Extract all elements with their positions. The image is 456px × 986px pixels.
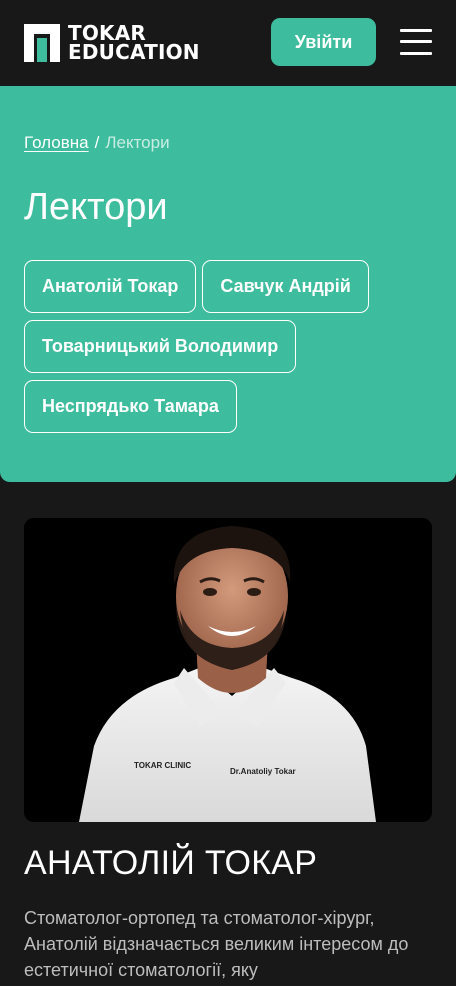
breadcrumb-home-link[interactable]: Головна: [24, 133, 89, 153]
site-header: TOKAR EDUCATION Увійти: [0, 0, 456, 86]
shirt-print-right: Dr.Anatoliy Tokar: [230, 767, 296, 776]
lecturer-photo: TOKAR CLINIC Dr.Anatoliy Tokar: [24, 518, 432, 822]
lecturer-filter-list: Анатолій Токар Савчук Андрій Товарницьки…: [24, 260, 436, 433]
logo-mark-icon: [24, 24, 60, 62]
lecturer-name: АНАТОЛІЙ ТОКАР: [24, 844, 318, 882]
breadcrumb-current: Лектори: [105, 133, 170, 152]
breadcrumb-separator: /: [94, 133, 100, 152]
logo-text: TOKAR EDUCATION: [68, 23, 200, 64]
lecturer-chip[interactable]: Савчук Андрій: [202, 260, 369, 313]
breadcrumb: Головна / Лектори: [24, 133, 170, 153]
lecturer-chip[interactable]: Анатолій Токар: [24, 260, 197, 313]
shirt-print-left: TOKAR CLINIC: [134, 761, 191, 770]
hero-section: Головна / Лектори Лектори Анатолій Токар…: [0, 86, 456, 482]
page-title: Лектори: [24, 186, 168, 228]
burger-menu-icon[interactable]: [400, 27, 432, 57]
logo[interactable]: TOKAR EDUCATION: [24, 22, 214, 64]
login-button[interactable]: Увійти: [271, 18, 376, 66]
lecturer-chip[interactable]: Товарницький Володимир: [24, 320, 297, 373]
lecturer-description: Стоматолог-ортопед та стоматолог-хірург,…: [24, 908, 409, 980]
logo-line-2: EDUCATION: [68, 40, 200, 64]
lecturer-chip[interactable]: Неспрядько Тамара: [24, 380, 237, 433]
lecturer-portrait-image: TOKAR CLINIC Dr.Anatoliy Tokar: [24, 518, 432, 822]
